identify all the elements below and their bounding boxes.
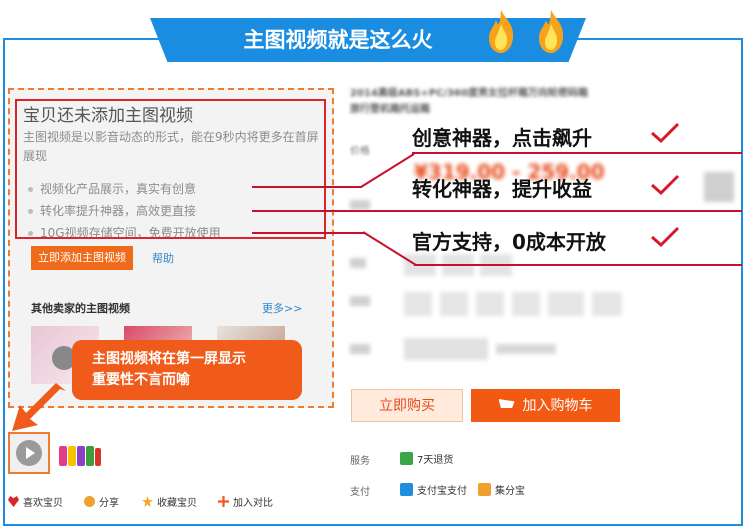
help-link[interactable]: 帮助 [152,250,174,266]
plus-icon [218,496,229,507]
color-option[interactable] [592,292,622,316]
add-video-button[interactable]: 立即添加主图视频 [31,246,133,270]
compare-link[interactable]: 加入对比 [218,494,273,509]
add-to-cart-button[interactable]: 加入购物车 [471,389,620,422]
check-icon [651,122,680,144]
blur-label [350,296,370,306]
check-icon [651,174,680,196]
payment-label: 支付 [350,487,370,498]
main-video-thumbnail[interactable] [8,432,50,474]
product-title: 2014高级ABS+PC/360度男女拉杆箱万向轮密码箱旅行登机箱托运箱 [350,88,588,115]
callout-line: 重要性不言而喻 [92,372,190,388]
stock-text [496,344,556,354]
heart-icon [8,496,19,507]
service-return[interactable]: 7天退货 [400,451,453,466]
cart-icon [498,399,515,408]
star-icon [142,496,153,507]
share-link[interactable]: 分享 [84,494,119,509]
connector-line [252,186,362,188]
arrow-icon [12,383,66,431]
color-option[interactable] [404,292,432,316]
color-option[interactable] [512,292,540,316]
play-icon [16,440,42,466]
fire-icon [489,10,514,53]
color-option[interactable] [548,292,584,316]
favorite-item-link[interactable]: 喜欢宝贝 [8,494,63,509]
feature-conversion: 转化神器，提升收益 [412,177,592,201]
connector-line [414,264,742,266]
connector-line [360,153,415,188]
check-icon [651,226,680,248]
connector-line [252,232,364,234]
connector-line [412,152,742,154]
share-icon [84,496,95,507]
more-link[interactable]: 更多>> [262,300,302,316]
payment-alipay[interactable]: 支付宝支付 [400,482,467,497]
promo-badge [704,172,734,202]
others-videos-title: 其他卖家的主图视频 [31,302,130,315]
service-label: 服务 [350,456,370,467]
connector-line [252,210,742,212]
banner-title: 主图视频就是这么火 [150,18,586,62]
color-option[interactable] [476,292,504,316]
highlight-box [15,99,326,239]
return-icon [400,452,413,465]
luggage-thumbnail[interactable] [58,440,102,468]
color-option[interactable] [440,292,468,316]
jifenbao-icon [478,483,491,496]
collect-item-link[interactable]: 收藏宝贝 [142,494,197,509]
payment-jifenbao[interactable]: 集分宝 [478,482,525,497]
callout-line: 主图视频将在第一屏显示 [92,351,246,367]
alipay-icon [400,483,413,496]
blur-label [350,344,370,354]
fire-icon [539,10,564,53]
quantity-stepper[interactable] [404,338,488,360]
buy-now-button[interactable]: 立即购买 [351,389,463,422]
feature-official: 官方支持，0成本开放 [412,230,606,254]
feature-creative: 创意神器，点击飙升 [412,126,592,150]
blur-label [350,200,370,210]
callout-bubble: 主图视频将在第一屏显示 重要性不言而喻 [72,340,302,400]
